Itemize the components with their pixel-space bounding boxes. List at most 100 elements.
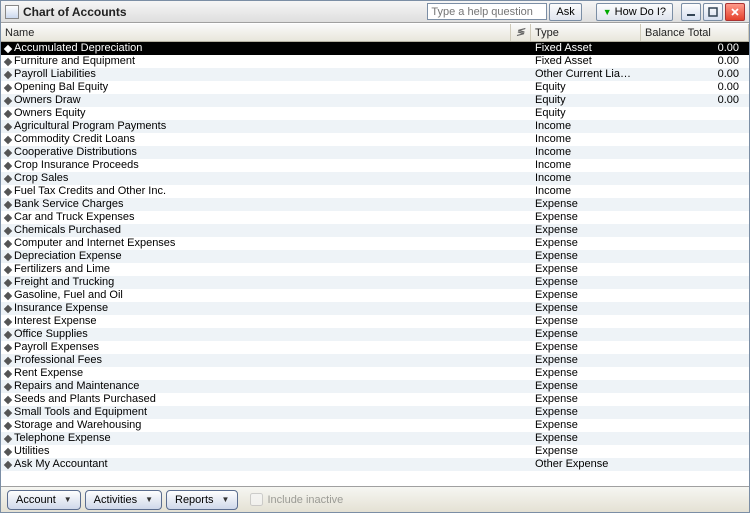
how-do-i-button[interactable]: ▼ How Do I? xyxy=(596,3,673,21)
account-name: Fuel Tax Credits and Other Inc. xyxy=(14,185,166,198)
balance-cell xyxy=(641,315,749,328)
caret-icon: ▼ xyxy=(222,495,230,504)
account-type-cell: Expense xyxy=(531,315,641,328)
account-name: Insurance Expense xyxy=(14,302,108,315)
online-cell xyxy=(511,393,531,406)
include-inactive-wrapper: Include inactive xyxy=(250,493,343,506)
balance-cell xyxy=(641,419,749,432)
account-name-cell: Utilities xyxy=(1,445,511,458)
header-type[interactable]: Type xyxy=(531,24,641,41)
account-menu-button[interactable]: Account▼ xyxy=(7,490,81,510)
table-row[interactable]: Rent ExpenseExpense xyxy=(1,367,749,380)
how-do-i-label: How Do I? xyxy=(615,6,666,18)
table-row[interactable]: Computer and Internet ExpensesExpense xyxy=(1,237,749,250)
account-name: Small Tools and Equipment xyxy=(14,406,147,419)
account-name: Rent Expense xyxy=(14,367,83,380)
dropdown-icon: ▼ xyxy=(603,7,612,17)
balance-cell xyxy=(641,120,749,133)
table-row[interactable]: Car and Truck ExpensesExpense xyxy=(1,211,749,224)
account-name-cell: Owners Draw xyxy=(1,94,511,107)
table-row[interactable]: Payroll LiabilitiesOther Current Liabi..… xyxy=(1,68,749,81)
balance-cell xyxy=(641,263,749,276)
table-row[interactable]: Owners DrawEquity0.00 xyxy=(1,94,749,107)
table-row[interactable]: Interest ExpenseExpense xyxy=(1,315,749,328)
diamond-icon xyxy=(4,317,12,325)
diamond-icon xyxy=(4,44,12,52)
table-row[interactable]: Chemicals PurchasedExpense xyxy=(1,224,749,237)
account-name: Chemicals Purchased xyxy=(14,224,121,237)
account-name: Owners Equity xyxy=(14,107,86,120)
table-row[interactable]: Professional FeesExpense xyxy=(1,354,749,367)
table-row[interactable]: Crop SalesIncome xyxy=(1,172,749,185)
balance-cell xyxy=(641,133,749,146)
header-online[interactable]: ≶ xyxy=(511,24,531,41)
table-row[interactable]: Opening Bal EquityEquity0.00 xyxy=(1,81,749,94)
table-row[interactable]: UtilitiesExpense xyxy=(1,445,749,458)
close-button[interactable] xyxy=(725,3,745,21)
maximize-button[interactable] xyxy=(703,3,723,21)
account-name: Payroll Expenses xyxy=(14,341,99,354)
diamond-icon xyxy=(4,265,12,273)
table-row[interactable]: Bank Service ChargesExpense xyxy=(1,198,749,211)
account-name-cell: Gasoline, Fuel and Oil xyxy=(1,289,511,302)
table-row[interactable]: Freight and TruckingExpense xyxy=(1,276,749,289)
help-search-input[interactable] xyxy=(427,3,547,20)
include-inactive-checkbox xyxy=(250,493,263,506)
balance-cell xyxy=(641,393,749,406)
balance-cell: 0.00 xyxy=(641,42,749,55)
table-row[interactable]: Fertilizers and Lime Expense xyxy=(1,263,749,276)
table-row[interactable]: Storage and WarehousingExpense xyxy=(1,419,749,432)
table-row[interactable]: Depreciation ExpenseExpense xyxy=(1,250,749,263)
window-title: Chart of Accounts xyxy=(23,5,127,19)
account-type-cell: Equity xyxy=(531,107,641,120)
activities-menu-button[interactable]: Activities▼ xyxy=(85,490,162,510)
account-name-cell: Payroll Expenses xyxy=(1,341,511,354)
reports-menu-button[interactable]: Reports▼ xyxy=(166,490,238,510)
diamond-icon xyxy=(4,408,12,416)
balance-cell xyxy=(641,367,749,380)
ask-button[interactable]: Ask xyxy=(549,3,581,21)
table-row[interactable]: Seeds and Plants PurchasedExpense xyxy=(1,393,749,406)
table-row[interactable]: Gasoline, Fuel and OilExpense xyxy=(1,289,749,302)
header-balance[interactable]: Balance Total xyxy=(641,24,749,41)
table-row[interactable]: Telephone ExpenseExpense xyxy=(1,432,749,445)
account-type-cell: Income xyxy=(531,185,641,198)
table-row[interactable]: Ask My AccountantOther Expense xyxy=(1,458,749,471)
account-name: Cooperative Distributions xyxy=(14,146,137,159)
diamond-icon xyxy=(4,421,12,429)
caret-icon: ▼ xyxy=(145,495,153,504)
diamond-icon xyxy=(4,96,12,104)
table-row[interactable]: Accumulated DepreciationFixed Asset0.00 xyxy=(1,42,749,55)
diamond-icon xyxy=(4,239,12,247)
table-row[interactable]: Fuel Tax Credits and Other Inc. Income xyxy=(1,185,749,198)
account-list[interactable]: Accumulated DepreciationFixed Asset0.00F… xyxy=(1,42,749,486)
table-row[interactable]: Insurance ExpenseExpense xyxy=(1,302,749,315)
table-row[interactable]: Furniture and EquipmentFixed Asset0.00 xyxy=(1,55,749,68)
ask-label: Ask xyxy=(556,6,574,18)
diamond-icon xyxy=(4,174,12,182)
account-name: Ask My Accountant xyxy=(14,458,108,471)
minimize-button[interactable] xyxy=(681,3,701,21)
table-row[interactable]: Crop Insurance ProceedsIncome xyxy=(1,159,749,172)
table-row[interactable]: Commodity Credit LoansIncome xyxy=(1,133,749,146)
table-row[interactable]: Cooperative DistributionsIncome xyxy=(1,146,749,159)
header-name[interactable]: Name xyxy=(1,24,511,41)
online-cell xyxy=(511,81,531,94)
diamond-icon xyxy=(4,213,12,221)
table-row[interactable]: Owners Equity Equity xyxy=(1,107,749,120)
table-row[interactable]: Repairs and MaintenanceExpense xyxy=(1,380,749,393)
account-name-cell: Furniture and Equipment xyxy=(1,55,511,68)
account-type-cell: Expense xyxy=(531,263,641,276)
column-headers: Name ≶ Type Balance Total xyxy=(1,24,749,42)
table-row[interactable]: Small Tools and EquipmentExpense xyxy=(1,406,749,419)
account-type-cell: Expense xyxy=(531,276,641,289)
account-name-cell: Fertilizers and Lime xyxy=(1,263,511,276)
table-row[interactable]: Agricultural Program PaymentsIncome xyxy=(1,120,749,133)
account-type-cell: Expense xyxy=(531,354,641,367)
table-row[interactable]: Office SuppliesExpense xyxy=(1,328,749,341)
online-cell xyxy=(511,432,531,445)
account-name-cell: Agricultural Program Payments xyxy=(1,120,511,133)
account-name-cell: Seeds and Plants Purchased xyxy=(1,393,511,406)
account-name-cell: Owners Equity xyxy=(1,107,511,120)
table-row[interactable]: Payroll ExpensesExpense xyxy=(1,341,749,354)
